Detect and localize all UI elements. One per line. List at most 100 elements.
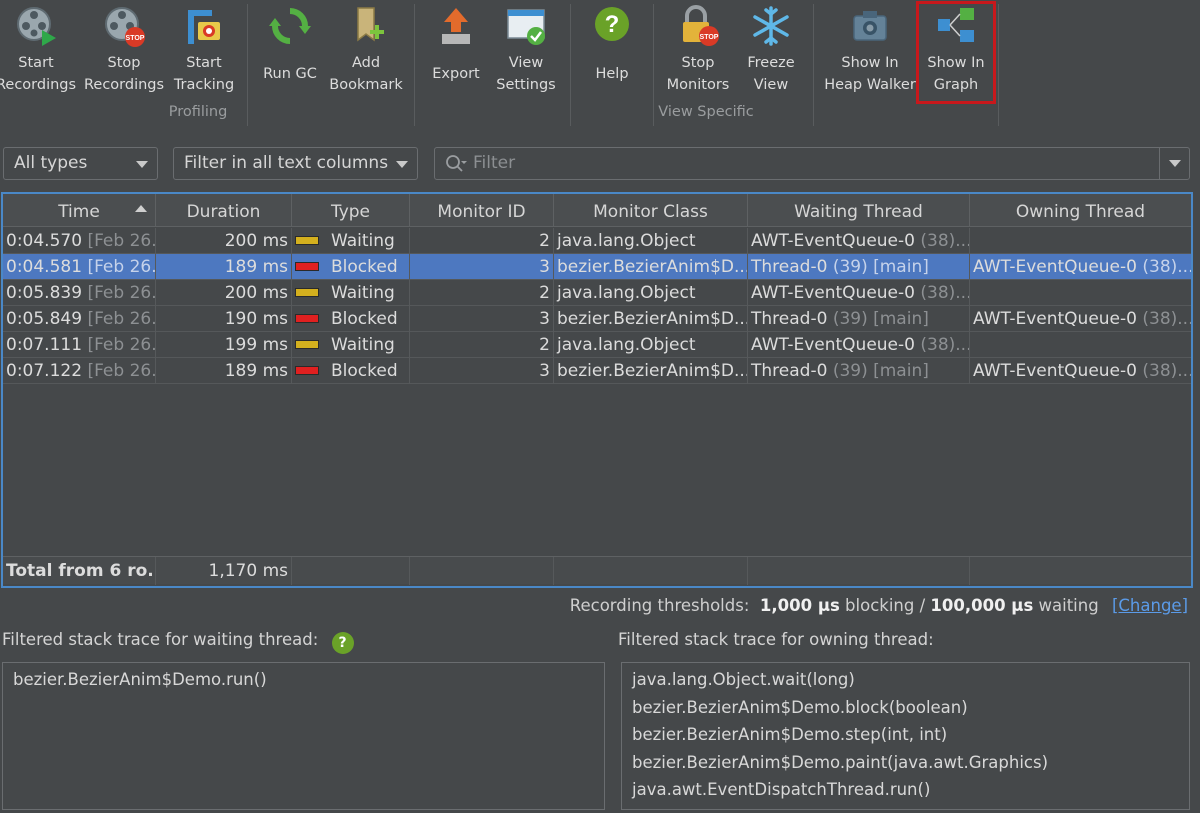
- column-header-time[interactable]: Time: [3, 194, 156, 227]
- help-icon: ?: [590, 4, 634, 48]
- total-empty-cell: [554, 557, 748, 585]
- type-color-swatch: [295, 314, 319, 323]
- freeze-view-button[interactable]: Freeze View: [740, 4, 802, 104]
- filter-input[interactable]: Filter: [434, 147, 1190, 180]
- waiting-stack-trace: bezier.BezierAnim$Demo.run(): [2, 662, 605, 810]
- type-cell: Waiting: [292, 228, 410, 254]
- stop-monitors-button[interactable]: STOP Stop Monitors: [664, 4, 732, 104]
- chevron-down-icon: [1169, 160, 1181, 167]
- column-filter-select[interactable]: Filter in all text columns: [173, 147, 418, 180]
- owning-stack-trace: java.lang.Object.wait(long) bezier.Bezie…: [621, 662, 1190, 810]
- duration-cell: 190 ms: [156, 306, 292, 332]
- show-in-graph-highlight-box: [916, 1, 996, 104]
- type-filter-select[interactable]: All types: [3, 147, 158, 180]
- column-header-type[interactable]: Type: [292, 194, 410, 227]
- waiting-thread-cell: AWT-EventQueue-0 (38)...: [748, 228, 970, 254]
- export-icon: [434, 4, 478, 48]
- column-header-monitor-class[interactable]: Monitor Class: [554, 194, 748, 227]
- time-cell: 0:07.111 [Feb 26...: [3, 332, 156, 358]
- help-button[interactable]: ? Help: [582, 4, 642, 104]
- view-settings-button[interactable]: View Settings: [492, 4, 560, 104]
- run-gc-button[interactable]: Run GC: [258, 4, 322, 104]
- stack-frame[interactable]: bezier.BezierAnim$Demo.step(int, int): [632, 724, 1179, 752]
- stack-frame[interactable]: java.awt.EventDispatchThread.run(): [632, 779, 1179, 807]
- start-tracking-button[interactable]: Start Tracking: [170, 4, 238, 104]
- stack-frame[interactable]: java.lang.Object.wait(long): [632, 669, 1179, 697]
- monitor-class-cell: bezier.BezierAnim$D...: [554, 358, 748, 384]
- total-duration: 1,170 ms: [156, 557, 292, 585]
- duration-cell: 189 ms: [156, 358, 292, 384]
- monitor-class-cell: java.lang.Object: [554, 228, 748, 254]
- view-settings-icon: [504, 4, 548, 48]
- monitor-id-cell: 2: [410, 280, 554, 306]
- export-button[interactable]: Export: [424, 4, 488, 104]
- table-row[interactable]: 0:05.849 [Feb 26...190 msBlocked3bezier.…: [3, 306, 1191, 332]
- time-cell: 0:05.839 [Feb 26...: [3, 280, 156, 306]
- change-thresholds-link[interactable]: [Change]: [1112, 596, 1188, 615]
- owning-thread-cell: [970, 332, 1191, 358]
- view-specific-group-label: View Specific: [658, 104, 754, 120]
- type-cell: Blocked: [292, 358, 410, 384]
- type-cell: Waiting: [292, 332, 410, 358]
- type-color-swatch: [295, 236, 319, 245]
- monitor-id-cell: 2: [410, 332, 554, 358]
- stop-monitors-icon: STOP: [676, 4, 720, 48]
- owning-thread-cell: AWT-EventQueue-0 (38)...: [973, 361, 1191, 381]
- search-icon: [445, 154, 467, 178]
- total-empty-cell: [970, 557, 1191, 585]
- freeze-view-icon: [749, 4, 793, 48]
- type-cell: Waiting: [292, 280, 410, 306]
- time-cell: 0:04.570 [Feb 26...: [3, 228, 156, 254]
- table-row[interactable]: 0:05.839 [Feb 26...200 msWaiting2java.la…: [3, 280, 1191, 306]
- show-in-heap-walker-button[interactable]: Show In Heap Walker: [824, 4, 916, 104]
- monitor-id-cell: 2: [410, 228, 554, 254]
- table-row[interactable]: 0:07.111 [Feb 26...199 msWaiting2java.la…: [3, 332, 1191, 358]
- table-row[interactable]: 0:07.122 [Feb 26...189 msBlocked3bezier.…: [3, 358, 1191, 384]
- time-cell: 0:07.122 [Feb 26...: [3, 358, 156, 384]
- add-bookmark-button[interactable]: Add Bookmark: [328, 4, 404, 104]
- show-in-heap-walker-icon: [848, 4, 892, 48]
- table-row[interactable]: 0:04.570 [Feb 26...200 msWaiting2java.la…: [3, 228, 1191, 254]
- stack-frame[interactable]: bezier.BezierAnim$Demo.run(): [13, 669, 594, 697]
- owning-trace-title: Filtered stack trace for owning thread:: [618, 630, 934, 649]
- table-row[interactable]: 0:04.581 [Feb 26...189 msBlocked3bezier.…: [3, 254, 1191, 280]
- start-recordings-button[interactable]: Start Recordings: [0, 4, 76, 104]
- monitor-id-cell: 3: [410, 306, 554, 332]
- filter-history-dropdown[interactable]: [1159, 148, 1189, 179]
- column-header-duration[interactable]: Duration: [156, 194, 292, 227]
- owning-thread-cell: [970, 228, 1191, 254]
- monitor-id-cell: 3: [410, 358, 554, 384]
- column-header-waiting-thread[interactable]: Waiting Thread: [748, 194, 970, 227]
- toolbar: Start Recordings STOP Stop Recordings St…: [0, 0, 1200, 130]
- total-empty-cell: [410, 557, 554, 585]
- monitor-class-cell: bezier.BezierAnim$D...: [554, 254, 748, 280]
- stop-recordings-icon: STOP: [102, 4, 146, 48]
- monitor-class-cell: java.lang.Object: [554, 280, 748, 306]
- stack-frame[interactable]: bezier.BezierAnim$Demo.paint(java.awt.Gr…: [632, 752, 1179, 780]
- column-header-monitor-id[interactable]: Monitor ID: [410, 194, 554, 227]
- stack-frame[interactable]: bezier.BezierAnim$Demo.block(boolean): [632, 697, 1179, 725]
- monitor-events-table: Time Duration Type Monitor ID Monitor Cl…: [1, 192, 1193, 588]
- type-color-swatch: [295, 340, 319, 349]
- duration-cell: 199 ms: [156, 332, 292, 358]
- total-empty-cell: [748, 557, 970, 585]
- column-header-owning-thread[interactable]: Owning Thread: [970, 194, 1191, 227]
- type-color-swatch: [295, 262, 319, 271]
- chevron-down-icon: [396, 161, 408, 168]
- recording-thresholds: Recording thresholds: 1,000 µs blocking …: [569, 596, 1188, 615]
- toolbar-separator: [414, 4, 415, 126]
- sort-ascending-icon: [135, 205, 147, 212]
- run-gc-icon: [268, 4, 312, 48]
- toolbar-separator: [998, 4, 999, 126]
- waiting-thread-cell: Thread-0 (39) [main]: [748, 306, 970, 332]
- waiting-trace-title: Filtered stack trace for waiting thread:…: [2, 630, 354, 654]
- stop-recordings-button[interactable]: STOP Stop Recordings: [84, 4, 164, 104]
- table-header: Time Duration Type Monitor ID Monitor Cl…: [3, 194, 1191, 227]
- monitor-class-cell: java.lang.Object: [554, 332, 748, 358]
- help-icon[interactable]: ?: [331, 632, 354, 654]
- total-label: Total from 6 ro...: [3, 557, 156, 585]
- total-empty-cell: [292, 557, 410, 585]
- start-tracking-icon: [182, 4, 226, 48]
- duration-cell: 200 ms: [156, 280, 292, 306]
- add-bookmark-icon: [344, 4, 388, 48]
